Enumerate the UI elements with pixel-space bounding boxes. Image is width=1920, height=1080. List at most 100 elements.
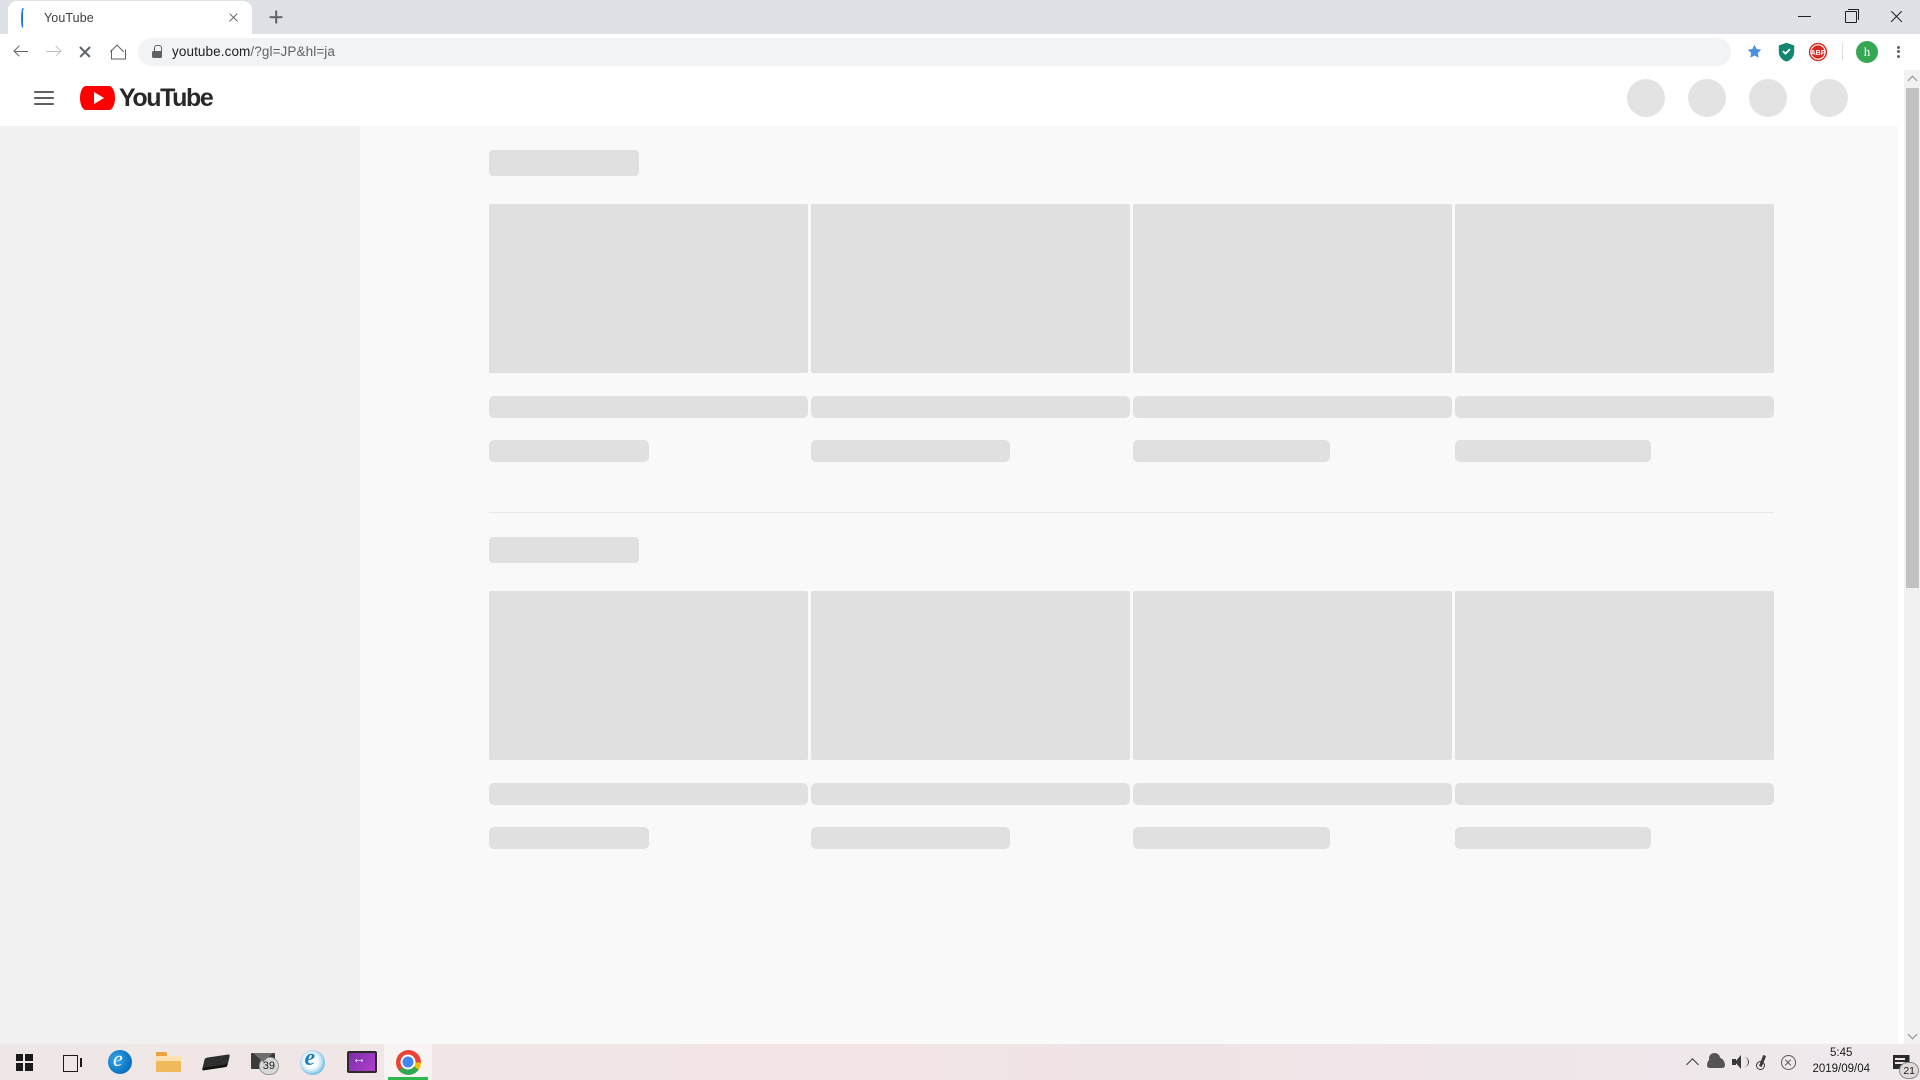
file-explorer-icon[interactable] <box>144 1044 192 1080</box>
profile-avatar[interactable]: h <box>1852 37 1882 67</box>
scroll-down-arrow-icon[interactable] <box>1904 1027 1920 1044</box>
skeleton-video-card <box>489 591 810 849</box>
page-scrollbar[interactable] <box>1903 70 1920 1044</box>
url-domain: youtube.com <box>172 44 251 59</box>
google-chrome-icon[interactable] <box>384 1044 432 1080</box>
svg-text:ABP: ABP <box>1811 49 1826 56</box>
window-controls <box>1782 0 1920 33</box>
youtube-main-content <box>360 126 1898 1044</box>
skeleton-title-line <box>1455 783 1774 805</box>
stop-loading-icon[interactable] <box>70 37 100 67</box>
system-tray: 5:45 2019/09/04 21 <box>1680 1044 1920 1080</box>
chevron-up-icon[interactable] <box>1680 1044 1704 1080</box>
skeleton-thumbnail <box>489 591 808 760</box>
new-tab-button[interactable] <box>262 3 290 31</box>
skeleton-thumbnail <box>1455 591 1774 760</box>
network-pen-icon[interactable] <box>1752 1044 1776 1080</box>
star-filled-icon[interactable] <box>1739 37 1769 67</box>
skeleton-circle <box>1749 79 1787 117</box>
skeleton-meta-line <box>811 827 1010 849</box>
youtube-guide-sidebar <box>0 126 360 1044</box>
skeleton-meta-line <box>489 827 649 849</box>
close-icon[interactable] <box>224 9 242 27</box>
skeleton-title-line <box>1133 396 1452 418</box>
skeleton-meta-line <box>1133 827 1330 849</box>
skeleton-video-card <box>1133 591 1454 849</box>
skeleton-title-line <box>1133 783 1452 805</box>
skeleton-meta-line <box>1455 440 1651 462</box>
tab-title: YouTube <box>44 10 94 25</box>
display-utility-icon[interactable] <box>336 1044 384 1080</box>
content-shelf <box>360 513 1898 849</box>
masthead-skeleton-buttons <box>1627 79 1882 117</box>
skeleton-shelf-title <box>489 150 639 176</box>
shield-check-icon[interactable] <box>1771 37 1801 67</box>
youtube-masthead: YouTube <box>0 70 1898 126</box>
home-icon[interactable] <box>102 37 132 67</box>
onedrive-cloud-icon[interactable] <box>1704 1044 1728 1080</box>
windows-taskbar: 39 5:45 2019/09/04 21 <box>0 1044 1920 1080</box>
skeleton-video-card <box>1133 204 1454 462</box>
maximize-restore-icon[interactable] <box>1828 0 1874 33</box>
skeleton-title-line <box>811 783 1130 805</box>
skeleton-meta-line <box>811 440 1010 462</box>
action-center-badge: 21 <box>1899 1062 1919 1079</box>
task-view-icon[interactable] <box>48 1044 96 1080</box>
url-text: youtube.com/?gl=JP&hl=ja <box>172 44 335 59</box>
internet-explorer-icon[interactable] <box>288 1044 336 1080</box>
youtube-logo-text: YouTube <box>119 83 214 112</box>
skeleton-video-card <box>811 591 1132 849</box>
skeleton-video-card <box>1455 591 1776 849</box>
page-viewport: YouTube <box>0 70 1920 1044</box>
youtube-play-icon <box>80 86 115 110</box>
skeleton-title-line <box>1455 396 1774 418</box>
chrome-browser-window: YouTube youtube.com/?gl=JP&hl=ja ABP h Y… <box>0 0 1920 1044</box>
scroll-up-arrow-icon[interactable] <box>1904 70 1920 87</box>
three-dot-menu-icon[interactable] <box>1884 37 1912 67</box>
mail-icon[interactable]: 39 <box>240 1044 288 1080</box>
skeleton-video-card <box>1455 204 1776 462</box>
skeleton-shelf-title <box>489 537 639 563</box>
circle-x-icon[interactable] <box>1776 1044 1800 1080</box>
scrollbar-thumb[interactable] <box>1906 88 1919 588</box>
url-path: /?gl=JP&hl=ja <box>250 44 336 59</box>
content-shelf <box>360 126 1898 513</box>
tab-strip: YouTube <box>0 0 1920 34</box>
browser-toolbar: youtube.com/?gl=JP&hl=ja ABP h <box>0 34 1920 70</box>
windows-start-icon[interactable] <box>0 1044 48 1080</box>
skeleton-thumbnail <box>1133 204 1452 373</box>
skeleton-title-line <box>811 396 1130 418</box>
skeleton-thumbnail <box>811 591 1130 760</box>
skeleton-thumbnail <box>1133 591 1452 760</box>
toolbar-divider <box>1842 43 1843 60</box>
youtube-logo[interactable]: YouTube <box>80 83 214 113</box>
skeleton-thumbnail <box>1455 204 1774 373</box>
video-card-grid <box>489 204 1898 462</box>
hamburger-menu-icon[interactable] <box>24 78 64 118</box>
speaker-volume-icon[interactable] <box>1728 1044 1752 1080</box>
microsoft-edge-icon[interactable] <box>96 1044 144 1080</box>
app-dark-diamond-icon[interactable] <box>192 1044 240 1080</box>
video-card-grid <box>489 591 1898 849</box>
adblock-plus-icon[interactable]: ABP <box>1803 37 1833 67</box>
action-center-icon[interactable]: 21 <box>1882 1044 1920 1080</box>
address-bar[interactable]: youtube.com/?gl=JP&hl=ja <box>138 37 1731 66</box>
loading-spinner-icon <box>20 7 36 29</box>
minimize-icon[interactable] <box>1782 0 1828 33</box>
arrow-back-icon[interactable] <box>6 37 36 67</box>
taskbar-clock[interactable]: 5:45 2019/09/04 <box>1800 1044 1882 1080</box>
arrow-forward-icon[interactable] <box>38 37 68 67</box>
clock-time: 5:45 <box>1830 1047 1853 1060</box>
skeleton-meta-line <box>489 440 649 462</box>
mail-unread-badge: 39 <box>258 1057 279 1075</box>
profile-avatar-initial: h <box>1856 40 1878 63</box>
skeleton-video-card <box>811 204 1132 462</box>
window-close-icon[interactable] <box>1874 0 1920 33</box>
skeleton-meta-line <box>1455 827 1651 849</box>
lock-icon <box>152 45 162 58</box>
skeleton-title-line <box>489 396 808 418</box>
browser-tab-youtube[interactable]: YouTube <box>8 1 252 34</box>
skeleton-title-line <box>489 783 808 805</box>
skeleton-thumbnail <box>489 204 808 373</box>
skeleton-circle <box>1810 79 1848 117</box>
